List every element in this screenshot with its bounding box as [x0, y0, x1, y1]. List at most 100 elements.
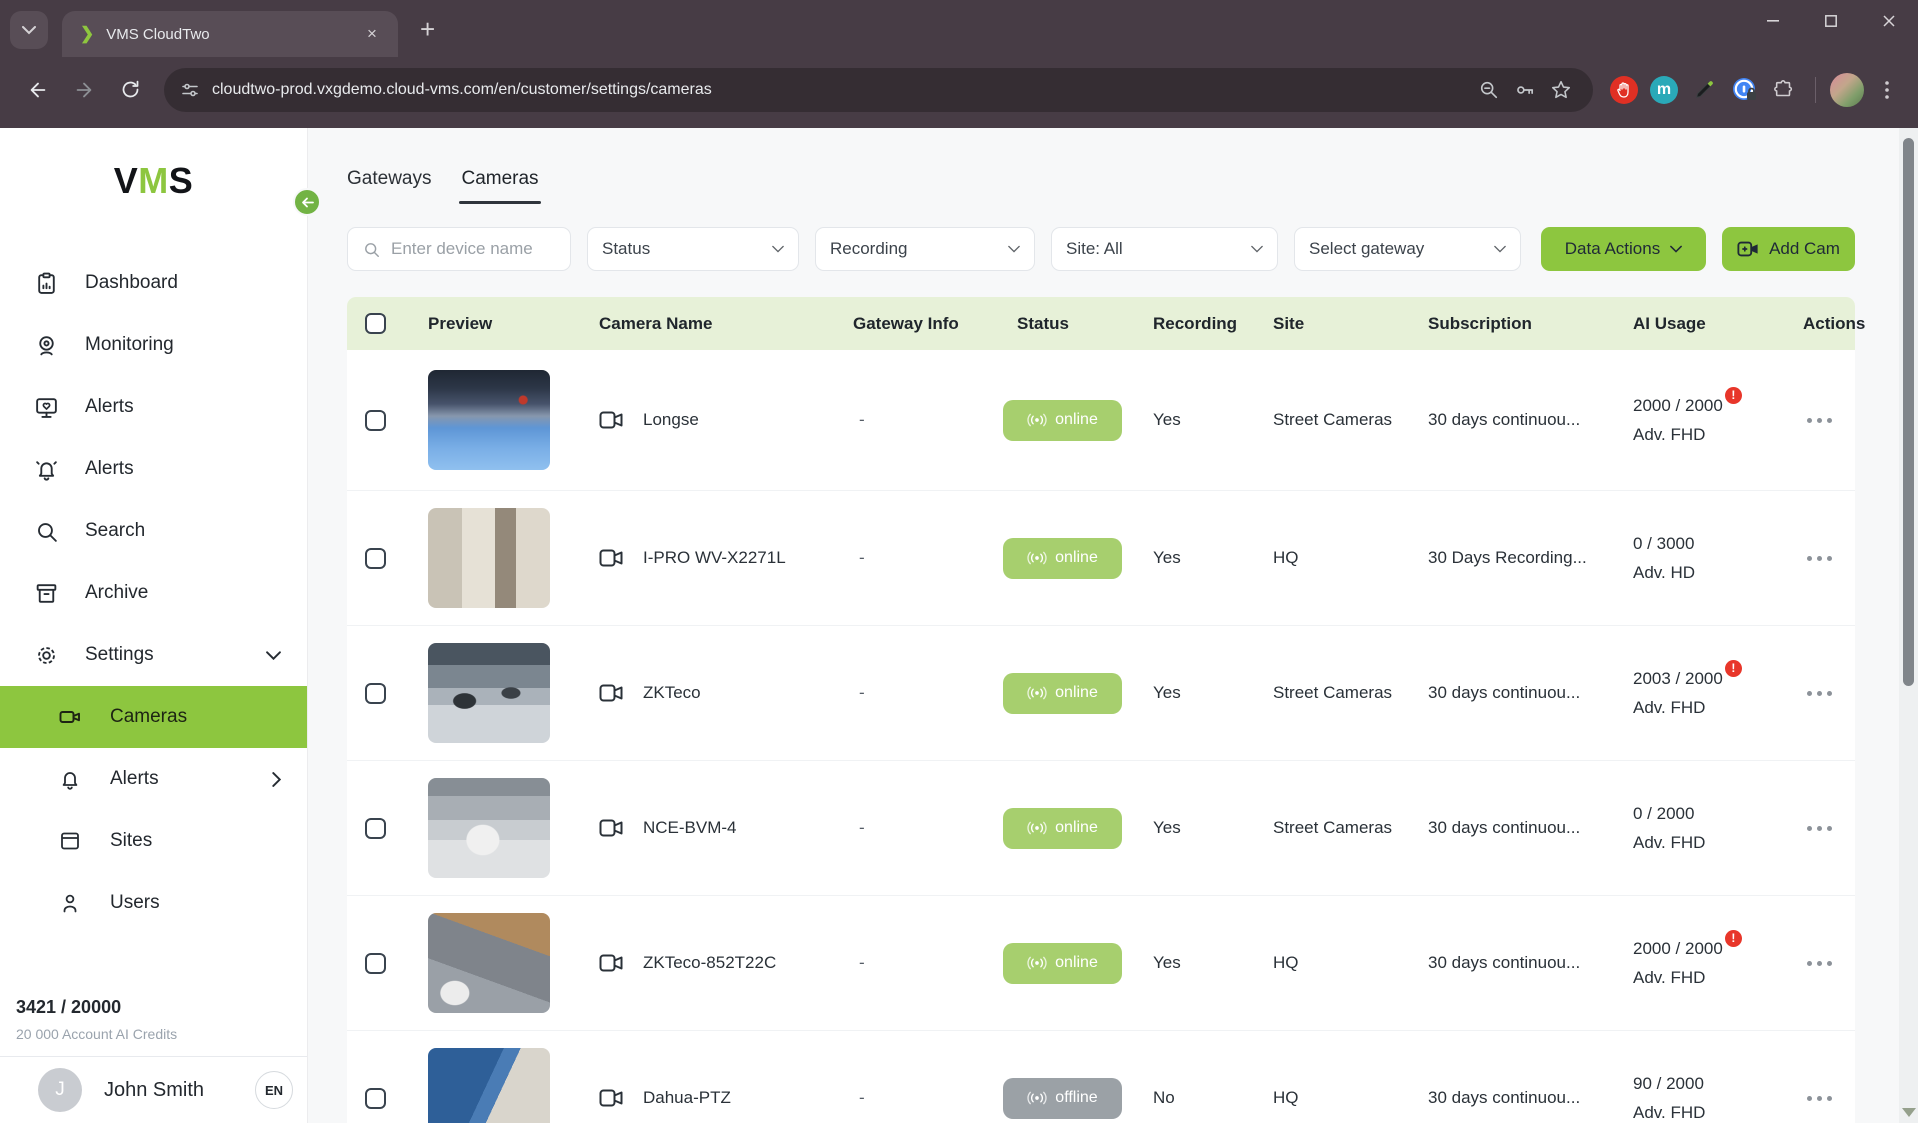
new-tab-button[interactable]: + [420, 14, 435, 45]
chevron-right-icon [272, 772, 281, 787]
tab-cameras[interactable]: Cameras [461, 168, 538, 202]
add-cam-button[interactable]: Add Cam [1722, 227, 1855, 271]
site-filter-dropdown[interactable]: Site: All [1051, 227, 1278, 271]
subscription-value: 30 days continuou... [1428, 410, 1633, 430]
site-value: Street Cameras [1273, 683, 1428, 703]
tab-gateways[interactable]: Gateways [347, 168, 431, 202]
column-header-preview: Preview [403, 314, 583, 334]
scrollbar-thumb[interactable] [1903, 138, 1914, 686]
ai-alert-badge: ! [1725, 387, 1742, 404]
browser-menu-button[interactable] [1870, 73, 1904, 107]
adblock-extension-button[interactable] [1607, 73, 1641, 107]
recording-filter-dropdown[interactable]: Recording [815, 227, 1035, 271]
sidebar-item-health[interactable]: Alerts [0, 376, 307, 438]
browser-tab[interactable]: ❯ VMS CloudTwo × [62, 11, 398, 57]
site-settings-icon[interactable] [180, 80, 200, 100]
bookmark-button[interactable] [1543, 72, 1579, 108]
row-actions-menu[interactable] [1803, 548, 1836, 569]
row-checkbox[interactable] [365, 818, 386, 839]
url-bar[interactable]: cloudtwo-prod.vxgdemo.cloud-vms.com/en/c… [164, 68, 1593, 112]
sidebar-item-dashboard[interactable]: Dashboard [0, 252, 307, 314]
ai-usage-value: 2000 / 2000 [1633, 396, 1723, 415]
camera-name: ZKTeco-852T22C [643, 953, 776, 973]
row-actions-menu[interactable] [1803, 818, 1836, 839]
row-checkbox[interactable] [365, 1088, 386, 1109]
broadcast-icon [1027, 686, 1047, 700]
forward-arrow-icon [73, 79, 95, 101]
row-actions-menu[interactable] [1803, 953, 1836, 974]
maximize-button[interactable] [1802, 0, 1860, 42]
row-checkbox[interactable] [365, 953, 386, 974]
data-actions-button[interactable]: Data Actions [1541, 227, 1706, 271]
forward-button[interactable] [64, 70, 104, 110]
kebab-menu-icon [1885, 81, 1889, 99]
sidebar: VMS Dashboard Monitoring Alerts Alerts [0, 128, 307, 1123]
camera-name: ZKTeco [643, 683, 701, 703]
sidebar-item-cameras[interactable]: Cameras [0, 686, 307, 748]
close-window-button[interactable] [1860, 0, 1918, 42]
page-scrollbar[interactable] [1899, 128, 1918, 1123]
health-icon [34, 395, 59, 420]
sidebar-item-sites[interactable]: Sites [0, 810, 307, 872]
extensions-button[interactable] [1767, 73, 1801, 107]
password-manager-button[interactable] [1507, 72, 1543, 108]
left-arrow-icon [301, 197, 314, 208]
sidebar-item-alerts-sub[interactable]: Alerts [0, 748, 307, 810]
tab-close-icon[interactable]: × [360, 22, 384, 46]
chevron-down-icon [22, 26, 36, 35]
table-header: Preview Camera Name Gateway Info Status … [347, 297, 1855, 350]
row-actions-menu[interactable] [1803, 1088, 1836, 1109]
sidebar-item-alerts[interactable]: Alerts [0, 438, 307, 500]
eyedropper-extension-button[interactable] [1687, 73, 1721, 107]
camera-preview-thumbnail[interactable] [428, 1048, 550, 1123]
cameras-table: Preview Camera Name Gateway Info Status … [347, 297, 1855, 1123]
camera-preview-thumbnail[interactable] [428, 370, 550, 470]
status-filter-dropdown[interactable]: Status [587, 227, 799, 271]
select-all-checkbox[interactable] [365, 313, 386, 334]
keyhole-lock-icon [1730, 76, 1758, 104]
ai-usage-value: 2000 / 2000 [1633, 939, 1723, 958]
row-checkbox[interactable] [365, 683, 386, 704]
status-badge: online [1003, 400, 1122, 441]
camera-preview-thumbnail[interactable] [428, 778, 550, 878]
key-icon [1514, 79, 1536, 101]
star-icon [1550, 79, 1572, 101]
profile-button[interactable] [1830, 73, 1864, 107]
user-menu[interactable]: J John Smith EN [0, 1057, 307, 1123]
sidebar-collapse-button[interactable] [293, 188, 321, 216]
sidebar-item-archive[interactable]: Archive [0, 562, 307, 624]
search-icon [362, 240, 381, 259]
reload-button[interactable] [110, 70, 150, 110]
table-row: ZKTeco-852T22C - online Yes HQ 30 days c… [347, 895, 1855, 1030]
back-button[interactable] [18, 70, 58, 110]
sidebar-item-monitoring[interactable]: Monitoring [0, 314, 307, 376]
gateway-info: - [853, 683, 1003, 703]
reload-icon [120, 79, 141, 100]
sidebar-item-settings[interactable]: Settings [0, 624, 307, 686]
ai-usage-cell: 2000 / 2000! Adv. FHD [1633, 939, 1783, 988]
device-search-input[interactable]: Enter device name [347, 227, 571, 271]
language-badge[interactable]: EN [255, 1071, 293, 1109]
row-actions-menu[interactable] [1803, 410, 1836, 431]
camera-preview-thumbnail[interactable] [428, 508, 550, 608]
column-header-gateway-info: Gateway Info [853, 314, 1003, 334]
camera-preview-thumbnail[interactable] [428, 643, 550, 743]
password-extension-button[interactable] [1727, 73, 1761, 107]
m-extension-button[interactable]: m [1647, 73, 1681, 107]
tab-search-button[interactable] [10, 11, 48, 49]
sidebar-item-search[interactable]: Search [0, 500, 307, 562]
minimize-button[interactable] [1744, 0, 1802, 42]
row-actions-menu[interactable] [1803, 683, 1836, 704]
url-text[interactable]: cloudtwo-prod.vxgdemo.cloud-vms.com/en/c… [212, 81, 1471, 99]
subscription-value: 30 days continuou... [1428, 1088, 1633, 1108]
camera-preview-thumbnail[interactable] [428, 913, 550, 1013]
gateway-info: - [853, 818, 1003, 838]
zoom-level-button[interactable] [1471, 72, 1507, 108]
gateway-filter-dropdown[interactable]: Select gateway [1294, 227, 1521, 271]
row-checkbox[interactable] [365, 410, 386, 431]
camera-name: NCE-BVM-4 [643, 818, 737, 838]
vms-logo: VMS [0, 160, 307, 202]
sidebar-item-users[interactable]: Users [0, 872, 307, 934]
scrollbar-down-arrow-icon[interactable] [1902, 1108, 1916, 1117]
row-checkbox[interactable] [365, 548, 386, 569]
